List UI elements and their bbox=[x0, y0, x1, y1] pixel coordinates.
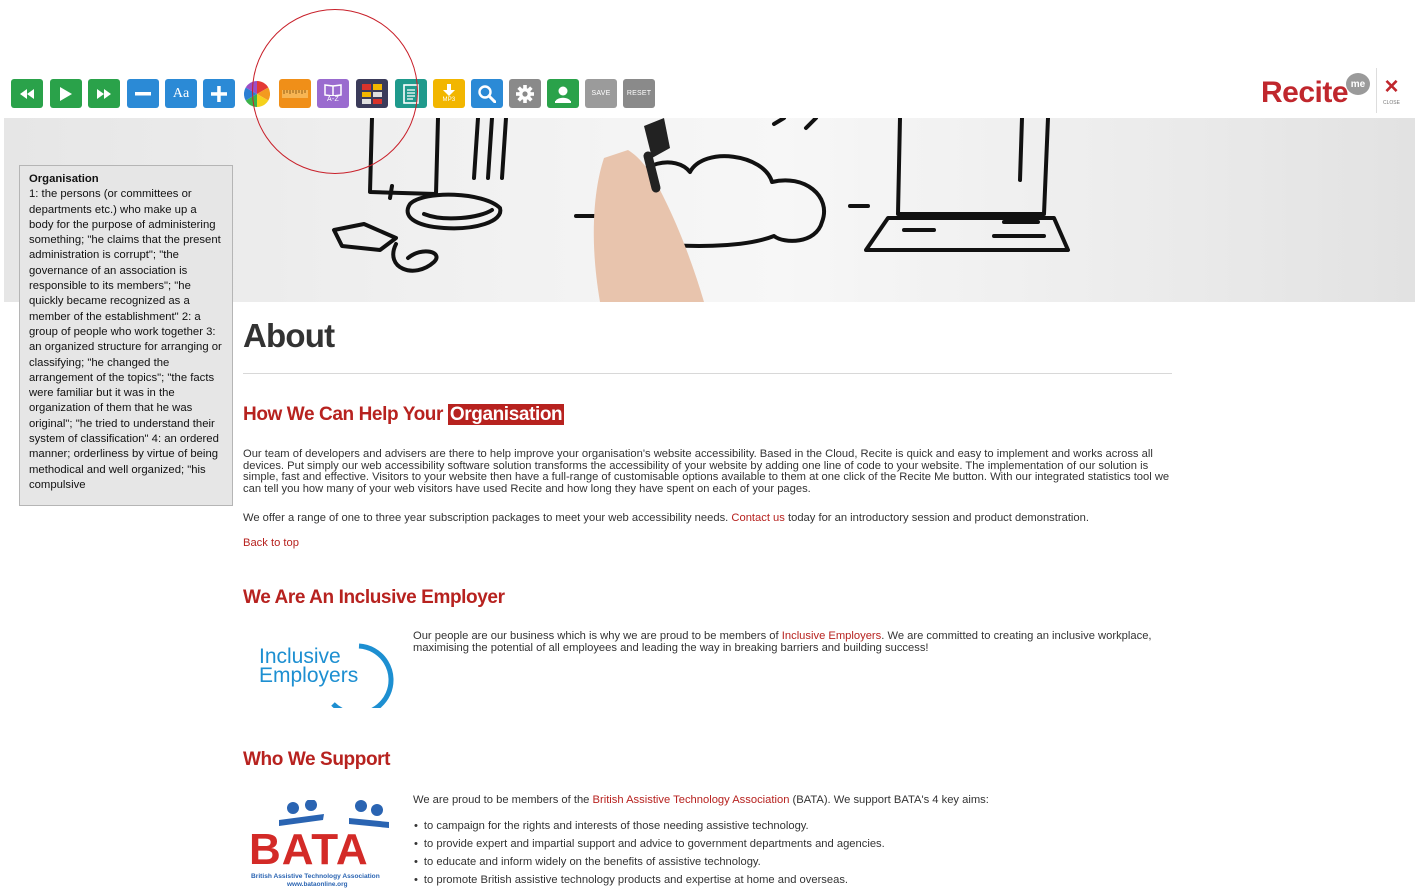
magnifier-button[interactable] bbox=[471, 79, 503, 108]
list-item: to campaign for the rights and interests… bbox=[413, 819, 885, 837]
play-button[interactable] bbox=[50, 79, 82, 108]
dictionary-definition: 1: the persons (or committees or departm… bbox=[29, 188, 222, 491]
support-intro: We are proud to be members of the Britis… bbox=[413, 794, 989, 806]
bata-aims-list: to campaign for the rights and interests… bbox=[413, 819, 885, 888]
contact-us-link[interactable]: Contact us bbox=[731, 512, 784, 524]
back-to-top-link[interactable]: Back to top bbox=[243, 537, 299, 549]
reset-button[interactable]: RESET bbox=[623, 79, 655, 108]
download-mp3-button[interactable]: MP3 bbox=[433, 79, 465, 108]
offer-text: We offer a range of one to three year su… bbox=[243, 512, 1173, 525]
employer-text-start: Our people are our business which is why… bbox=[413, 630, 782, 642]
help-heading: How We Can Help Your Organisation bbox=[243, 404, 565, 426]
help-heading-text: How We Can Help Your bbox=[243, 404, 448, 425]
list-item: to provide expert and impartial support … bbox=[413, 837, 885, 855]
offer-text-end: today for an introductory session and pr… bbox=[784, 512, 1089, 524]
dictionary-popup: Organisation 1: the persons (or committe… bbox=[19, 165, 233, 506]
font-icon: Aa bbox=[172, 85, 190, 101]
offer-text-start: We offer a range of one to three year su… bbox=[243, 512, 732, 524]
user-button[interactable] bbox=[547, 79, 579, 108]
list-item: to promote British assistive technology … bbox=[413, 873, 885, 888]
recite-logo: Recite bbox=[1261, 76, 1349, 109]
ie-logo-line2: Employers bbox=[259, 664, 358, 687]
bata-link[interactable]: British Assistive Technology Association bbox=[593, 794, 790, 806]
increase-text-button[interactable] bbox=[203, 79, 235, 108]
support-intro-start: We are proud to be members of the bbox=[413, 794, 593, 806]
bata-caption: British Assistive Technology Association bbox=[251, 873, 380, 880]
inclusive-employers-link[interactable]: Inclusive Employers bbox=[782, 630, 881, 642]
help-body: Our team of developers and advisers are … bbox=[243, 448, 1170, 495]
fast-forward-button[interactable] bbox=[88, 79, 120, 108]
fast-forward-icon bbox=[97, 88, 111, 99]
mp3-label: MP3 bbox=[442, 97, 456, 103]
support-intro-end: (BATA). We support BATA's 4 key aims: bbox=[789, 794, 989, 806]
bata-url: www.bataonline.org bbox=[286, 881, 348, 888]
recite-toolbar: Aa A-Z MP3 SAVE RESET Recite me × CLOSE bbox=[0, 0, 1415, 174]
save-icon: SAVE bbox=[591, 90, 611, 97]
play-icon bbox=[60, 86, 72, 101]
reset-icon: RESET bbox=[626, 90, 652, 97]
close-label: CLOSE bbox=[1383, 99, 1400, 106]
font-button[interactable]: Aa bbox=[165, 79, 197, 108]
support-heading: Who We Support bbox=[243, 749, 391, 770]
close-toolbar-button[interactable]: × CLOSE bbox=[1376, 68, 1406, 113]
download-icon bbox=[443, 84, 455, 96]
employer-text: Our people are our business which is why… bbox=[413, 630, 1173, 654]
settings-button[interactable] bbox=[509, 79, 541, 108]
recite-me-badge: me bbox=[1346, 73, 1370, 95]
rewind-icon bbox=[20, 88, 34, 99]
rewind-button[interactable] bbox=[11, 79, 43, 108]
plus-icon bbox=[211, 85, 227, 102]
title-divider bbox=[243, 373, 1172, 374]
magnifier-icon bbox=[478, 84, 496, 103]
save-button[interactable]: SAVE bbox=[585, 79, 617, 108]
gear-icon bbox=[516, 84, 534, 103]
help-heading-highlight: Organisation bbox=[447, 404, 565, 425]
dictionary-term: Organisation bbox=[29, 173, 99, 185]
minus-icon bbox=[135, 91, 151, 95]
user-icon bbox=[555, 86, 571, 103]
bata-letters: BATA bbox=[249, 825, 369, 874]
decrease-text-button[interactable] bbox=[127, 79, 159, 108]
close-icon: × bbox=[1384, 72, 1399, 100]
inclusive-employers-logo: Inclusive Employers bbox=[259, 643, 394, 708]
annotation-circle bbox=[252, 9, 418, 174]
employer-heading: We Are An Inclusive Employer bbox=[243, 587, 505, 608]
bata-logo: BATA British Assistive Technology Associ… bbox=[249, 800, 389, 888]
page-title: About bbox=[243, 317, 335, 354]
list-item: to educate and inform widely on the bene… bbox=[413, 855, 885, 873]
